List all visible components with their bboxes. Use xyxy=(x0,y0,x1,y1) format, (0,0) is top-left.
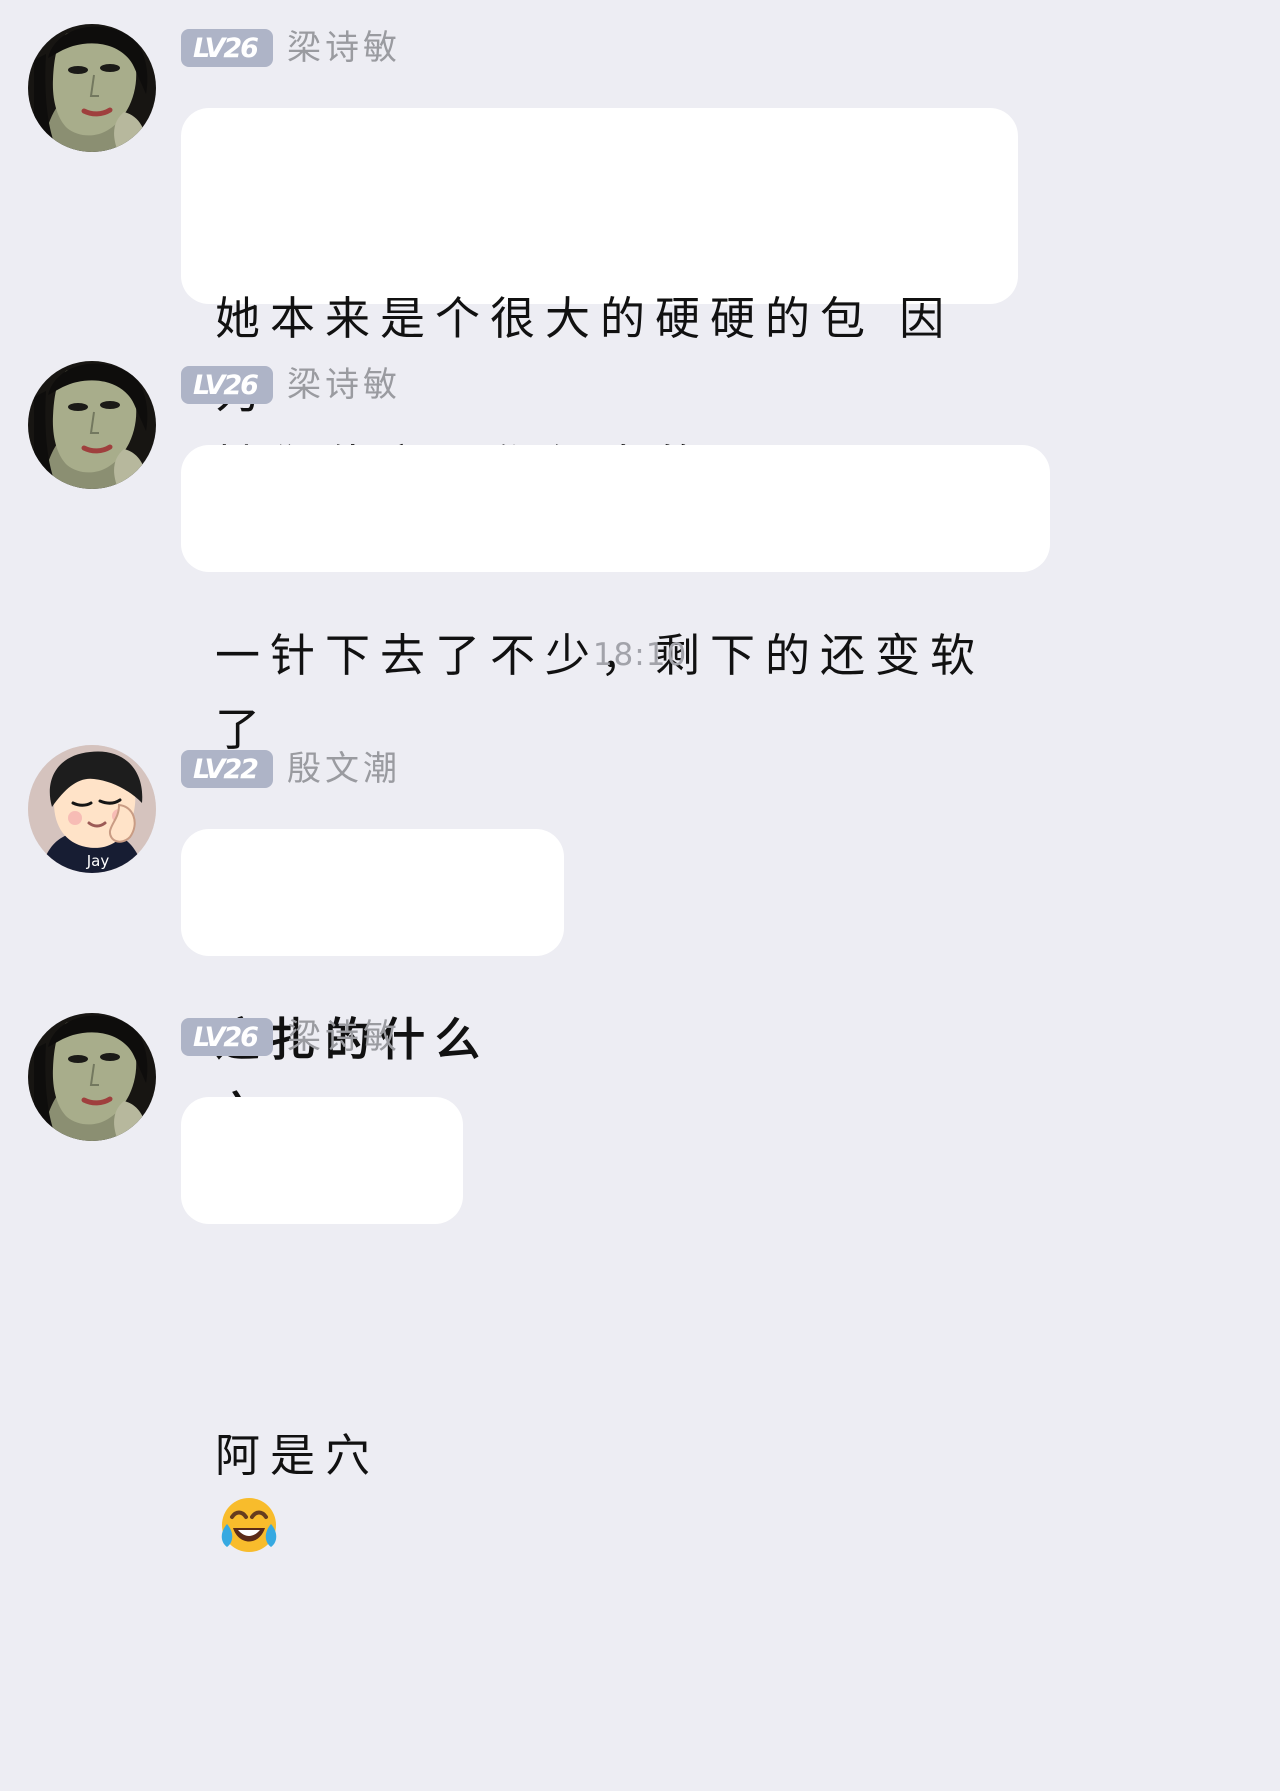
message-bubble[interactable]: 她本来是个很大的硬硬的包 因为 她们伏案工作很卷的 xyxy=(181,108,1018,493)
sender-row: LV22 殷文潮 xyxy=(181,749,401,789)
sender-row: LV26 梁诗敏 xyxy=(181,28,401,68)
chat-window: LV26 梁诗敏 她本来是个很大的硬硬的包 因为 她们伏案工作很卷的 LV2 xyxy=(0,0,1280,1552)
sender-name[interactable]: 梁诗敏 xyxy=(287,365,401,405)
message-row: LV26 梁诗敏 一针下去了不少，剩下的还变软了 xyxy=(0,361,1280,756)
sender-row: LV26 梁诗敏 xyxy=(181,365,401,405)
message-row: LV26 梁诗敏 阿是穴 xyxy=(0,1013,1280,1552)
sender-name[interactable]: 梁诗敏 xyxy=(287,1017,401,1057)
message-bubble[interactable]: 一针下去了不少，剩下的还变软了 xyxy=(181,445,1050,756)
jay-cartoon-avatar-icon: Jay xyxy=(28,745,156,873)
avatar-label: Jay xyxy=(86,852,110,870)
avatar[interactable]: Jay xyxy=(28,745,156,873)
message-row: LV26 梁诗敏 她本来是个很大的硬硬的包 因为 她们伏案工作很卷的 xyxy=(0,24,1280,493)
message-bubble[interactable]: 这扎的什么穴 xyxy=(181,829,564,1140)
level-badge: LV26 xyxy=(181,29,273,67)
level-badge: LV26 xyxy=(181,1018,273,1056)
message-row: Jay LV22 殷文潮 这扎的什么穴 xyxy=(0,745,1280,1140)
laughing-with-tears-emoji-icon xyxy=(221,1498,277,1552)
level-badge: LV26 xyxy=(181,366,273,404)
sender-name[interactable]: 殷文潮 xyxy=(287,749,401,789)
message-text-content: 阿是穴 xyxy=(215,1429,381,1482)
avatar[interactable] xyxy=(28,361,156,489)
woman-avatar-icon xyxy=(28,1013,156,1141)
avatar[interactable] xyxy=(28,24,156,152)
woman-avatar-icon xyxy=(28,24,156,152)
message-text: 阿是穴 xyxy=(215,1271,445,1643)
woman-avatar-icon xyxy=(28,361,156,489)
message-timestamp: 18:10 xyxy=(592,637,688,673)
level-badge: LV22 xyxy=(181,750,273,788)
avatar[interactable] xyxy=(28,1013,156,1141)
message-bubble[interactable]: 阿是穴 xyxy=(181,1097,463,1552)
sender-name[interactable]: 梁诗敏 xyxy=(287,28,401,68)
sender-row: LV26 梁诗敏 xyxy=(181,1017,401,1057)
